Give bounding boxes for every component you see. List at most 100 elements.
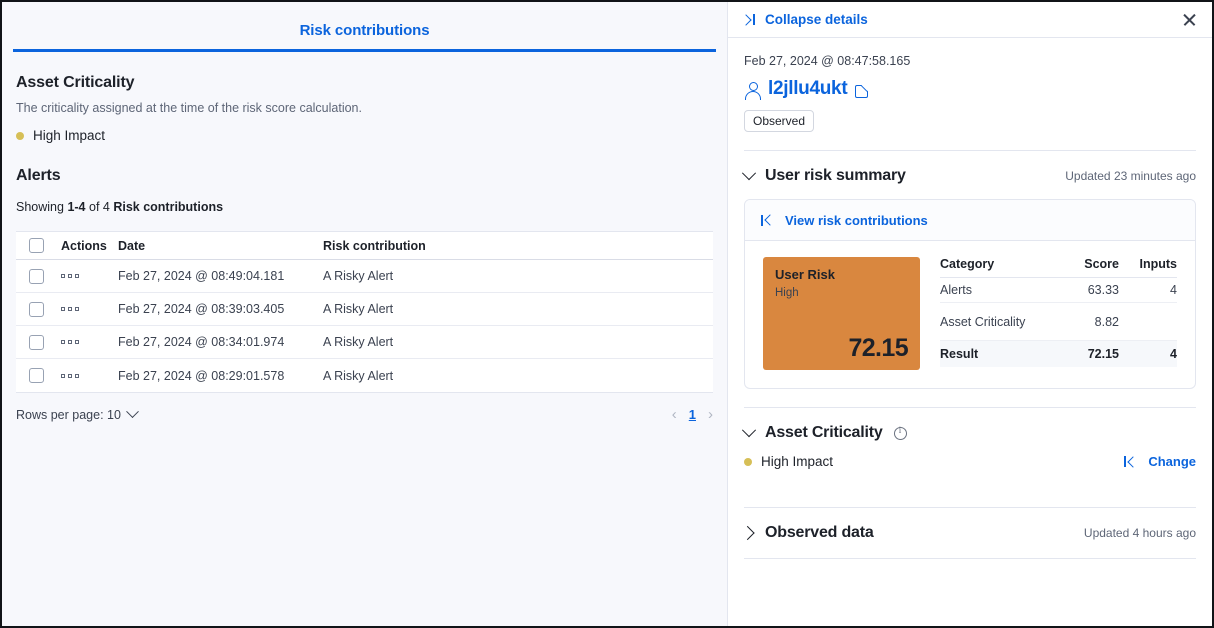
select-all-checkbox[interactable] — [29, 238, 44, 253]
row-risk-contribution: A Risky Alert — [323, 302, 713, 316]
breakdown-row: Asset Criticality 8.82 — [940, 303, 1177, 341]
user-risk-card-body: User Risk High 72.15 Category Score Inpu… — [745, 241, 1195, 388]
pagination-next-icon[interactable]: › — [708, 407, 713, 422]
alerts-heading: Alerts — [16, 167, 713, 185]
pagination: ‹ 1 › — [672, 407, 713, 422]
breakdown-category: Asset Criticality — [940, 315, 1055, 329]
row-select-cell — [16, 335, 56, 350]
showing-entity: Risk contributions — [113, 200, 223, 214]
row-risk-contribution: A Risky Alert — [323, 369, 713, 383]
table-row: Feb 27, 2024 @ 08:49:04.181 A Risky Aler… — [16, 260, 713, 293]
user-risk-score-level: High — [775, 287, 908, 299]
flyout-header: Collapse details — [728, 2, 1212, 38]
breakdown-col-category: Category — [940, 257, 1055, 271]
rows-per-page-label: Rows per page: 10 — [16, 408, 121, 422]
row-risk-contribution: A Risky Alert — [323, 269, 713, 283]
collapse-left-icon — [761, 214, 774, 227]
observed-data-title: Observed data — [765, 524, 874, 542]
collapse-right-icon — [742, 13, 755, 26]
user-risk-summary-updated: Updated 23 minutes ago — [1065, 169, 1196, 183]
breakdown-result-row: Result 72.15 4 — [940, 341, 1177, 367]
event-timestamp: Feb 27, 2024 @ 08:47:58.165 — [744, 54, 1196, 68]
risk-breakdown-table: Category Score Inputs Alerts 63.33 4 Ass… — [940, 257, 1177, 370]
change-criticality-button[interactable]: Change — [1124, 454, 1196, 469]
breakdown-col-inputs: Inputs — [1125, 257, 1177, 271]
asset-criticality-value-row: High Impact — [16, 128, 713, 143]
row-select-cell — [16, 302, 56, 317]
row-actions-menu-icon[interactable] — [61, 340, 118, 344]
asset-criticality-value-group: High Impact — [744, 454, 833, 469]
user-risk-score-value: 72.15 — [848, 334, 908, 363]
user-risk-summary-header: User risk summary Updated 23 minutes ago — [744, 167, 1196, 185]
rows-per-page-select[interactable]: Rows per page: 10 — [16, 408, 137, 422]
row-select-cell — [16, 368, 56, 383]
collapse-details-button[interactable]: Collapse details — [742, 12, 868, 27]
left-panel-body: Asset Criticality The criticality assign… — [2, 52, 727, 626]
breakdown-inputs: 4 — [1125, 283, 1177, 297]
user-risk-summary-toggle[interactable]: User risk summary — [744, 167, 906, 185]
asset-criticality-toggle[interactable]: Asset Criticality — [744, 424, 907, 442]
row-actions-menu-icon[interactable] — [61, 307, 118, 311]
change-label: Change — [1148, 454, 1196, 469]
column-header-date: Date — [118, 239, 323, 253]
breakdown-row: Alerts 63.33 4 — [940, 278, 1177, 303]
row-select-cell — [16, 269, 56, 284]
user-risk-card: View risk contributions User Risk High 7… — [744, 199, 1196, 389]
asset-criticality-heading: Asset Criticality — [16, 74, 713, 92]
impact-dot-icon — [744, 458, 752, 466]
breakdown-col-score: Score — [1055, 257, 1125, 271]
row-date: Feb 27, 2024 @ 08:49:04.181 — [118, 269, 323, 283]
breakdown-result-label: Result — [940, 347, 1055, 361]
chevron-down-icon — [742, 423, 756, 437]
divider — [744, 407, 1196, 408]
pagination-prev-icon[interactable]: ‹ — [672, 407, 677, 422]
risk-breakdown-header-row: Category Score Inputs — [940, 257, 1177, 278]
details-flyout: Collapse details Feb 27, 2024 @ 08:47:58… — [727, 2, 1212, 626]
close-icon[interactable] — [1180, 10, 1200, 30]
divider — [744, 150, 1196, 151]
row-risk-contribution: A Risky Alert — [323, 335, 713, 349]
showing-middle: of 4 — [86, 200, 114, 214]
external-link-icon[interactable] — [855, 82, 869, 96]
row-checkbox[interactable] — [29, 302, 44, 317]
user-risk-score-title: User Risk — [775, 267, 908, 282]
showing-count: Showing 1-4 of 4 Risk contributions — [16, 200, 713, 214]
showing-range: 1-4 — [67, 200, 85, 214]
row-checkbox[interactable] — [29, 368, 44, 383]
row-checkbox[interactable] — [29, 269, 44, 284]
breakdown-category: Alerts — [940, 283, 1055, 297]
info-icon[interactable] — [894, 427, 907, 440]
row-actions-cell — [56, 274, 118, 278]
observed-data-updated: Updated 4 hours ago — [1084, 526, 1196, 540]
chevron-down-icon — [742, 166, 756, 180]
chevron-down-icon — [126, 405, 139, 418]
row-actions-menu-icon[interactable] — [61, 274, 118, 278]
row-actions-menu-icon[interactable] — [61, 374, 118, 378]
tab-bar: Risk contributions — [2, 2, 727, 52]
tab-risk-contributions[interactable]: Risk contributions — [300, 22, 430, 39]
table-row: Feb 27, 2024 @ 08:29:01.578 A Risky Aler… — [16, 359, 713, 392]
pagination-page-1[interactable]: 1 — [689, 407, 696, 422]
view-risk-contributions-button[interactable]: View risk contributions — [761, 213, 928, 228]
divider — [744, 507, 1196, 508]
user-name-link[interactable]: l2jllu4ukt — [768, 78, 847, 100]
row-date: Feb 27, 2024 @ 08:29:01.578 — [118, 369, 323, 383]
impact-dot-icon — [16, 132, 24, 140]
risk-contributions-panel: Risk contributions Asset Criticality The… — [2, 2, 727, 626]
user-risk-score-box: User Risk High 72.15 — [763, 257, 920, 370]
row-date: Feb 27, 2024 @ 08:34:01.974 — [118, 335, 323, 349]
person-icon — [744, 81, 760, 97]
select-all-cell — [16, 238, 56, 253]
observed-data-header: Observed data Updated 4 hours ago — [744, 524, 1196, 542]
table-row: Feb 27, 2024 @ 08:34:01.974 A Risky Aler… — [16, 326, 713, 359]
row-checkbox[interactable] — [29, 335, 44, 350]
view-risk-contributions-label: View risk contributions — [785, 213, 928, 228]
row-date: Feb 27, 2024 @ 08:39:03.405 — [118, 302, 323, 316]
asset-criticality-section-title: Asset Criticality — [765, 424, 883, 442]
status-badge: Observed — [744, 110, 814, 132]
observed-data-toggle[interactable]: Observed data — [744, 524, 874, 542]
chevron-right-icon — [741, 526, 755, 540]
asset-criticality-value: High Impact — [33, 128, 105, 143]
row-actions-cell — [56, 307, 118, 311]
column-header-risk-contribution: Risk contribution — [323, 239, 713, 253]
